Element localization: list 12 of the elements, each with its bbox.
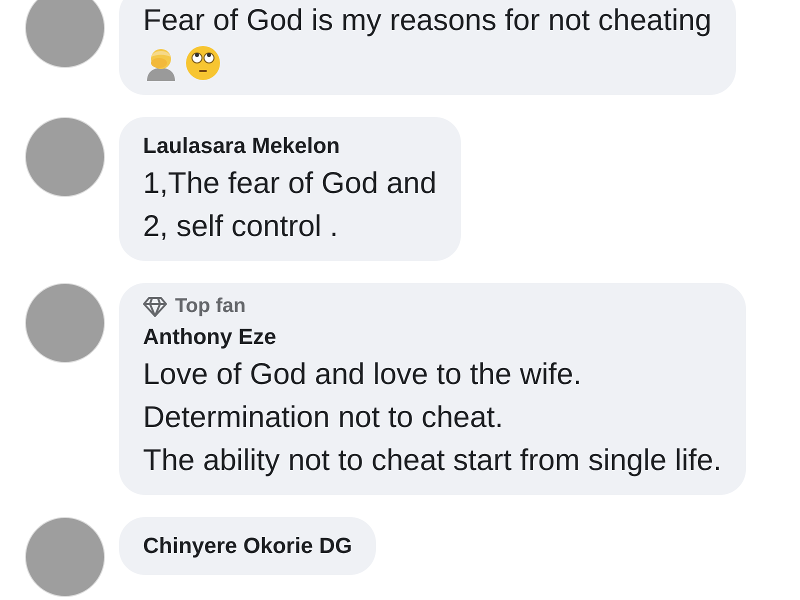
commenter-name[interactable]: Anthony Eze <box>143 324 722 350</box>
comment-text: The ability not to cheat start from single life. <box>143 443 722 479</box>
comment-text: 2, self control . <box>143 209 340 245</box>
commenter-name[interactable]: Laulasara Mekelon <box>143 133 437 159</box>
comment-text: Fear of God is my reasons for not cheating <box>143 3 712 39</box>
eye-roll-face-icon <box>185 45 221 81</box>
comment-text: Determination not to cheat. <box>143 400 504 436</box>
comment-text: Love of God and love to the wife. <box>143 357 583 393</box>
diamond-icon <box>143 296 167 316</box>
comment-text: 1,The fear of God and <box>143 166 437 202</box>
top-fan-label: Top fan <box>175 295 246 318</box>
commenter-name[interactable]: Chinyere Okorie DG <box>143 533 352 559</box>
